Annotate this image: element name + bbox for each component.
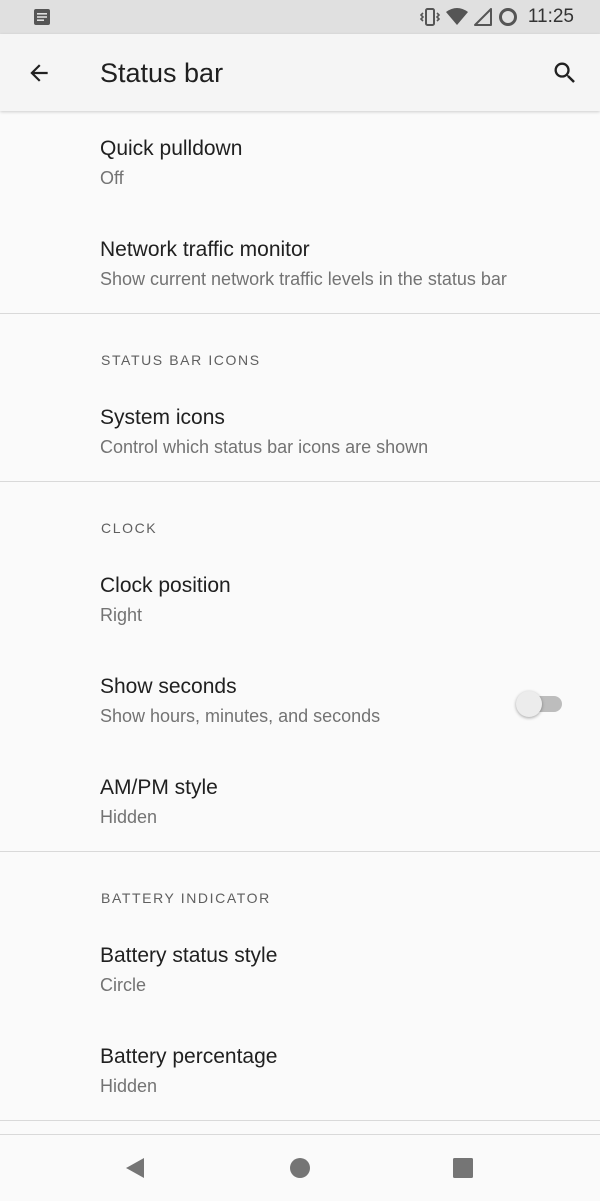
pref-title: Quick pulldown (100, 137, 243, 160)
pref-title: Battery status style (100, 944, 278, 967)
signal-icon (473, 8, 492, 26)
pref-title: System icons (100, 406, 225, 429)
pref-summary: Control which status bar icons are shown (100, 437, 429, 457)
section-header-battery-indicator: BATTERY INDICATOR (0, 852, 600, 918)
pref-title: Network traffic monitor (100, 238, 310, 261)
vibrate-icon (419, 8, 440, 26)
battery-circle-icon (498, 8, 517, 26)
pref-summary: Show hours, minutes, and seconds (100, 706, 381, 726)
pref-network-traffic-monitor[interactable]: Network traffic monitor Show current net… (0, 212, 600, 313)
wifi-icon (445, 8, 468, 25)
arrow-back-icon (30, 64, 48, 82)
system-status-bar: 11:25 (0, 0, 600, 34)
pref-summary: Hidden (100, 1076, 158, 1096)
section-header-label: BATTERY INDICATOR (101, 890, 271, 906)
search-button[interactable] (548, 56, 582, 90)
section-header-label: CLOCK (101, 520, 158, 536)
search-icon (554, 62, 575, 83)
pref-clock-position[interactable]: Clock position Right (0, 548, 600, 649)
pref-am-pm-style[interactable]: AM/PM style Hidden (0, 750, 600, 851)
nav-recents-button[interactable] (448, 1153, 478, 1183)
section-header-clock: CLOCK (0, 482, 600, 548)
pref-system-icons[interactable]: System icons Control which status bar ic… (0, 380, 600, 481)
pref-battery-status-style[interactable]: Battery status style Circle (0, 918, 600, 1019)
section-header-status-bar-icons: STATUS BAR ICONS (0, 314, 600, 380)
status-time: 11:25 (527, 6, 574, 27)
pref-battery-percentage[interactable]: Battery percentage Hidden (0, 1019, 600, 1120)
pref-summary: Right (100, 605, 143, 625)
pref-quick-pulldown[interactable]: Quick pulldown Off (0, 111, 600, 212)
section-divider (0, 1120, 600, 1121)
system-navigation-bar (0, 1134, 600, 1201)
nav-home-icon (290, 1158, 310, 1178)
pref-title: AM/PM style (100, 776, 218, 799)
pref-show-seconds[interactable]: Show seconds Show hours, minutes, and se… (0, 649, 600, 750)
back-button[interactable] (22, 56, 56, 90)
app-bar: Status bar (0, 34, 600, 111)
nav-recents-icon (453, 1158, 473, 1178)
nav-back-button[interactable] (120, 1153, 150, 1183)
toggle-thumb (516, 691, 542, 717)
page-title: Status bar (100, 58, 224, 88)
show-seconds-toggle[interactable] (516, 690, 564, 717)
pref-title: Clock position (100, 574, 231, 597)
pref-summary: Show current network traffic levels in t… (100, 269, 507, 289)
settings-list: Quick pulldown Off Network traffic monit… (0, 111, 600, 1121)
pref-summary: Off (100, 168, 124, 188)
pref-title: Battery percentage (100, 1045, 278, 1068)
pref-summary: Circle (100, 975, 147, 995)
status-icons: 11:25 (414, 6, 574, 28)
section-header-label: STATUS BAR ICONS (101, 352, 261, 368)
nav-home-button[interactable] (285, 1153, 315, 1183)
pref-summary: Hidden (100, 807, 158, 827)
pref-title: Show seconds (100, 675, 237, 698)
notification-icon (34, 9, 50, 25)
nav-back-icon (126, 1158, 144, 1178)
